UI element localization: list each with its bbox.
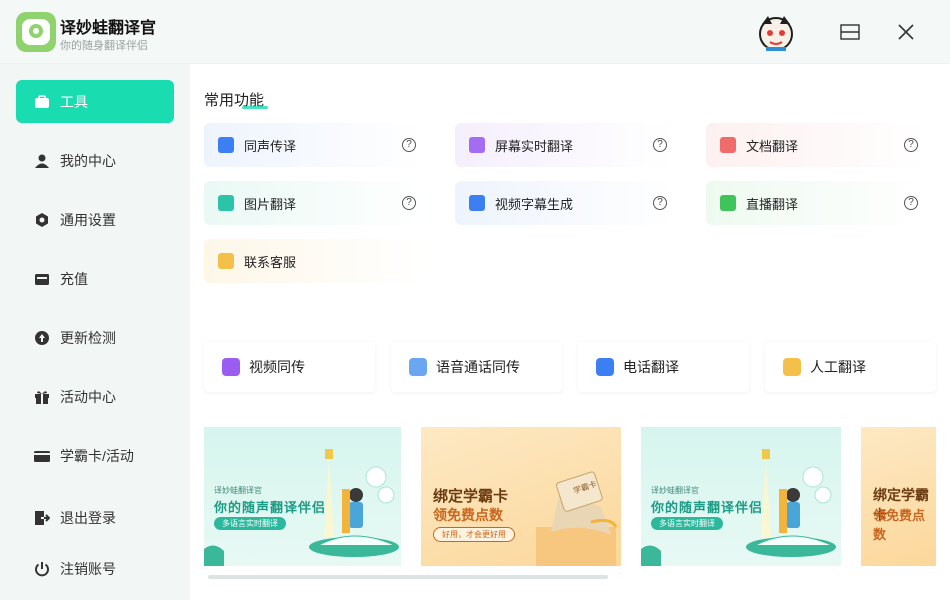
banner-subheadline: 领免费点数 xyxy=(873,508,926,542)
feature-label: 联系客服 xyxy=(244,254,297,270)
banner-xueba[interactable]: 学霸卡 绑定学霸卡 领免费点数 好用，才会更好用 xyxy=(421,427,621,566)
sidebar-item-settings[interactable]: 通用设置 xyxy=(16,198,174,241)
feature-label: 直播翻译 xyxy=(746,196,799,212)
banner-small-text: 译妙蛙翻译官 xyxy=(214,486,262,495)
avatar[interactable] xyxy=(756,14,796,52)
quick-label: 语音通话同传 xyxy=(436,359,520,375)
feature-label: 同声传译 xyxy=(244,138,297,154)
banner-brand[interactable]: 译妙蛙翻译官 你的随声翻译伴侣 多语言实时翻译 xyxy=(204,427,401,566)
banner-xueba[interactable]: 绑定学霸卡 领免费点数 xyxy=(861,427,936,566)
horizontal-scrollbar[interactable] xyxy=(208,575,608,579)
title-bar: 译妙蛙翻译官 你的随身翻译伴侣 xyxy=(0,0,950,64)
banner-pill: 好用，才会更好用 xyxy=(433,527,515,542)
quick-video-interpret[interactable]: 视频同传 xyxy=(204,342,375,392)
sidebar-item-label: 工具 xyxy=(60,93,88,110)
quick-phone-translate[interactable]: 电话翻译 xyxy=(578,342,749,392)
sidebar-item-label: 学霸卡/活动 xyxy=(60,447,134,464)
screen-icon xyxy=(469,137,485,153)
live-icon xyxy=(720,195,736,211)
banner-headline: 绑定学霸卡 xyxy=(433,488,509,505)
quick-voice-call-interpret[interactable]: 语音通话同传 xyxy=(391,342,562,392)
feature-simultaneous[interactable]: 同声传译 ? xyxy=(204,123,424,167)
help-icon[interactable]: ? xyxy=(653,196,667,210)
feature-screen-translate[interactable]: 屏幕实时翻译 ? xyxy=(455,123,675,167)
feature-label: 视频字幕生成 xyxy=(495,196,574,212)
wallet-icon xyxy=(35,273,49,285)
phone-icon xyxy=(596,358,614,376)
sidebar-item-update[interactable]: 更新检测 xyxy=(16,316,174,359)
section-underline xyxy=(242,106,268,109)
banner-pill: 多语言实时翻译 xyxy=(214,517,286,530)
maximize-button[interactable] xyxy=(836,18,864,46)
sidebar-item-my-center[interactable]: 我的中心 xyxy=(16,139,174,182)
quick-label: 电话翻译 xyxy=(623,359,679,375)
sidebar-item-label: 我的中心 xyxy=(60,152,116,169)
card-icon xyxy=(34,450,50,462)
sidebar-item-activity[interactable]: 活动中心 xyxy=(16,375,174,418)
close-icon xyxy=(898,24,914,40)
banner-subheadline: 领免费点数 xyxy=(433,507,503,523)
sidebar-item-label: 活动中心 xyxy=(60,388,116,405)
help-icon[interactable]: ? xyxy=(653,138,667,152)
image-icon xyxy=(218,195,234,211)
sidebar-item-logout[interactable]: 退出登录 xyxy=(16,496,174,539)
quick-human-translate[interactable]: 人工翻译 xyxy=(765,342,936,392)
voice-call-icon xyxy=(409,358,427,376)
sidebar-item-tools[interactable]: 工具 xyxy=(16,80,174,123)
video-play-icon xyxy=(222,358,240,376)
help-icon[interactable]: ? xyxy=(402,196,416,210)
sidebar-item-label: 退出登录 xyxy=(60,509,116,526)
user-icon xyxy=(35,154,49,168)
feature-document-translate[interactable]: 文档翻译 ? xyxy=(706,123,926,167)
help-icon[interactable]: ? xyxy=(904,138,918,152)
sidebar-item-label: 通用设置 xyxy=(60,211,116,228)
feature-video-subtitle[interactable]: 视频字幕生成 ? xyxy=(455,181,675,225)
quick-label: 人工翻译 xyxy=(810,359,866,375)
app-title: 译妙蛙翻译官 xyxy=(60,20,157,37)
banner-pill: 多语言实时翻译 xyxy=(651,517,723,530)
video-subtitle-icon xyxy=(469,195,485,211)
app-logo xyxy=(16,12,56,52)
feature-label: 屏幕实时翻译 xyxy=(495,138,574,154)
feature-label: 文档翻译 xyxy=(746,138,799,154)
sidebar: 工具 我的中心 通用设置 充值 更新检测 活动中心 学霸卡/活动 退出登录 注销… xyxy=(0,64,190,600)
sidebar-item-cancel-account[interactable]: 注销账号 xyxy=(16,547,174,590)
banner-small-text: 译妙蛙翻译官 xyxy=(651,486,699,495)
close-button[interactable] xyxy=(892,18,920,46)
feature-live-translate[interactable]: 直播翻译 ? xyxy=(706,181,926,225)
help-icon[interactable]: ? xyxy=(402,138,416,152)
sidebar-item-recharge[interactable]: 充值 xyxy=(16,257,174,300)
banner-headline: 你的随声翻译伴侣 xyxy=(651,500,764,515)
sidebar-item-label: 注销账号 xyxy=(60,560,116,577)
human-translator-icon xyxy=(783,358,801,376)
upload-icon xyxy=(35,330,49,345)
power-icon xyxy=(35,561,49,576)
sidebar-item-label: 充值 xyxy=(60,270,88,287)
app-subtitle: 你的随身翻译伴侣 xyxy=(60,40,148,52)
quick-label: 视频同传 xyxy=(249,359,305,375)
logout-icon xyxy=(35,510,50,525)
banner-headline: 你的随声翻译伴侣 xyxy=(214,500,327,515)
help-icon[interactable]: ? xyxy=(904,196,918,210)
feature-image-translate[interactable]: 图片翻译 ? xyxy=(204,181,424,225)
support-icon xyxy=(218,253,234,269)
banner-brand[interactable]: 译妙蛙翻译官 你的随声翻译伴侣 多语言实时翻译 xyxy=(641,427,841,566)
simultaneous-icon xyxy=(218,137,234,153)
sidebar-item-xueba-card[interactable]: 学霸卡/活动 xyxy=(16,434,174,477)
feature-contact-support[interactable]: 联系客服 xyxy=(204,239,424,283)
maximize-icon xyxy=(840,24,860,40)
toolbox-icon xyxy=(35,94,49,108)
document-icon xyxy=(720,137,736,153)
feature-label: 图片翻译 xyxy=(244,196,297,212)
sidebar-item-label: 更新检测 xyxy=(60,329,116,346)
gear-icon xyxy=(36,212,48,227)
gift-icon xyxy=(35,390,49,404)
